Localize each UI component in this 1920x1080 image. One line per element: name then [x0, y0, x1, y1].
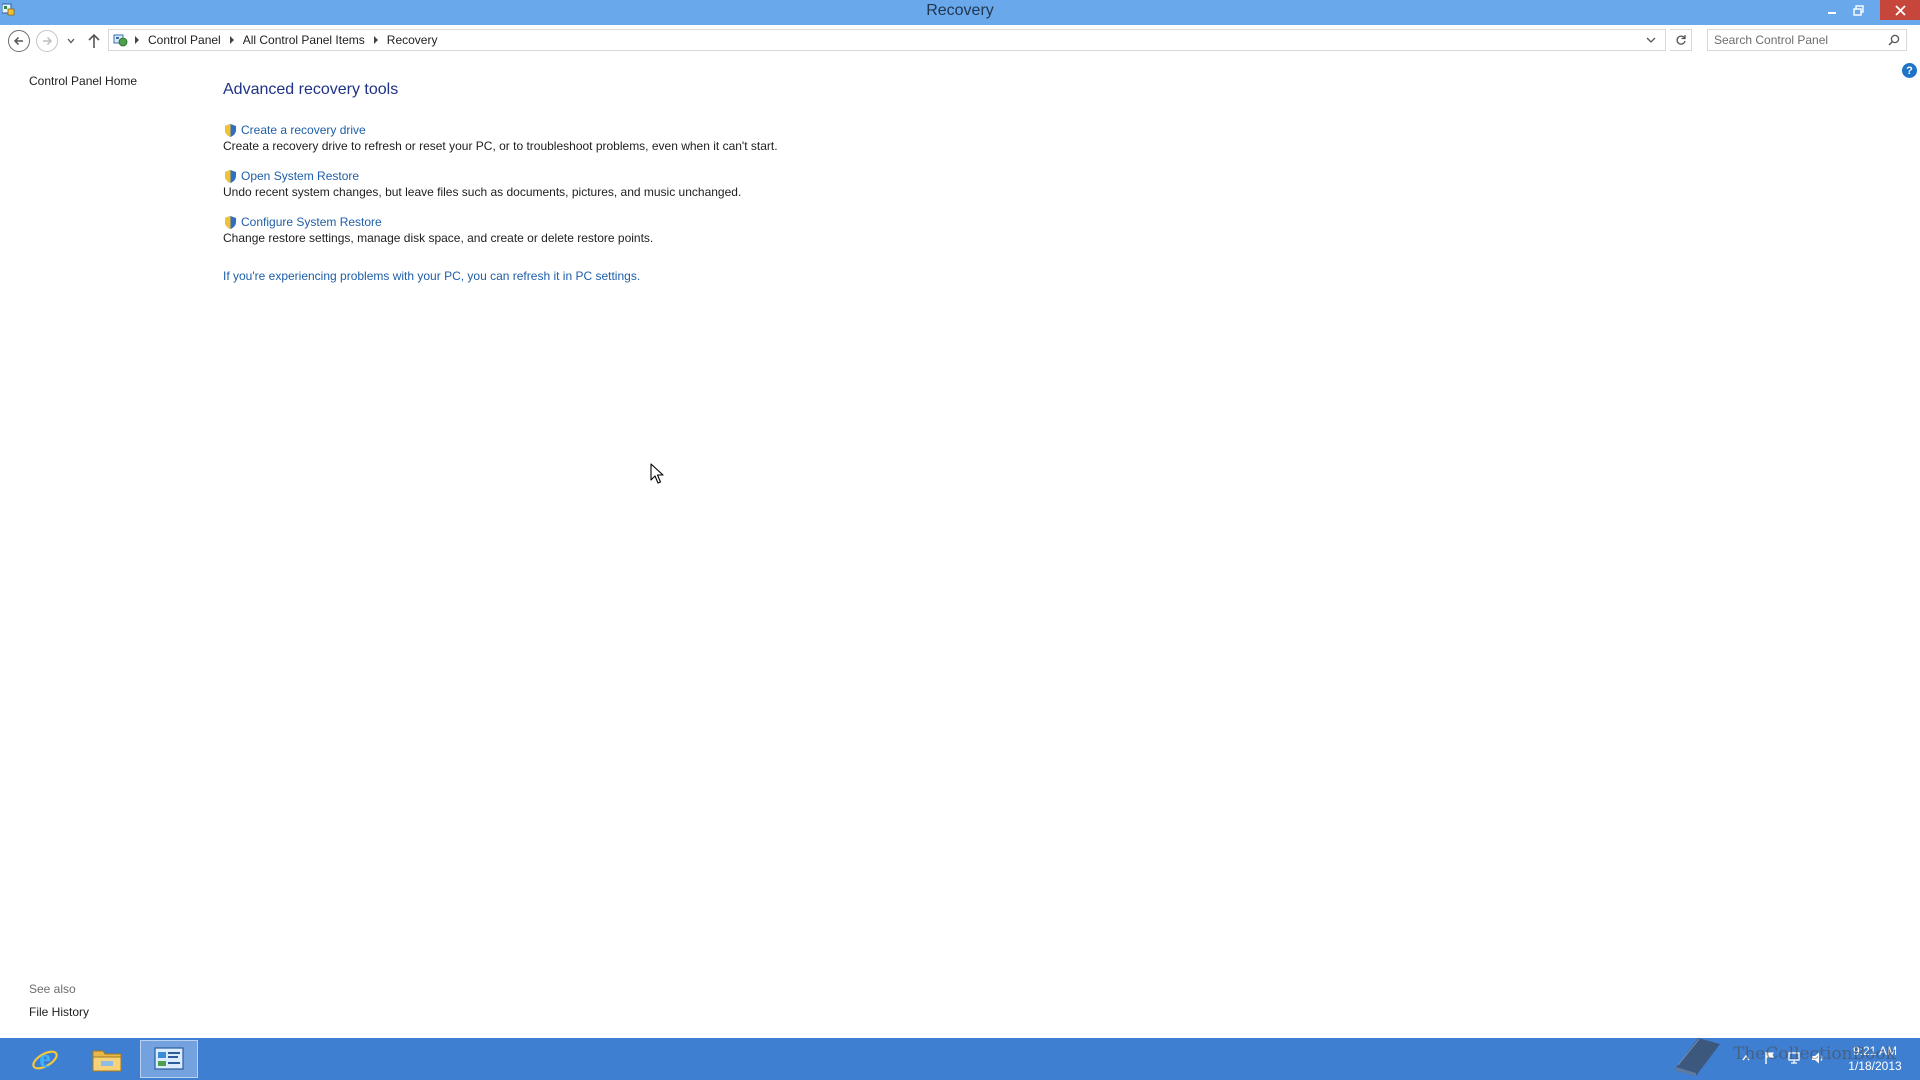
help-icon[interactable]: ? [1902, 63, 1917, 78]
left-pane: Control Panel Home See also File History [0, 56, 200, 1038]
taskbar-control-panel[interactable] [140, 1040, 198, 1078]
internet-explorer-icon: e [32, 1044, 58, 1073]
restore-icon [1852, 4, 1864, 16]
close-icon [1894, 4, 1906, 16]
configure-system-restore-link[interactable]: Configure System Restore [241, 215, 382, 229]
taskbar-internet-explorer[interactable]: e [16, 1040, 74, 1078]
book-logo-icon [1674, 1038, 1720, 1076]
control-panel-icon [154, 1047, 184, 1070]
breadcrumb-recovery[interactable]: Recovery [387, 33, 438, 47]
page-heading: Advanced recovery tools [223, 81, 399, 98]
see-also-heading: See also [29, 982, 76, 996]
uac-shield-icon [225, 169, 236, 183]
open-system-restore-link[interactable]: Open System Restore [241, 169, 359, 183]
breadcrumb-all-control-panel-items[interactable]: All Control Panel Items [243, 33, 365, 47]
back-button[interactable] [8, 30, 30, 52]
mouse-cursor-icon [650, 463, 664, 484]
watermark-text: TheCollectionBook [1733, 1044, 1896, 1064]
task-configure-system-restore: Configure System Restore Change restore … [223, 214, 1123, 245]
breadcrumb-separator-icon[interactable] [135, 36, 139, 44]
minimize-button[interactable] [1818, 0, 1846, 20]
task-description: Change restore settings, manage disk spa… [223, 231, 654, 245]
file-explorer-icon [92, 1050, 122, 1072]
title-bar: Recovery [0, 0, 1920, 25]
file-history-link[interactable]: File History [29, 1005, 89, 1019]
forward-arrow-icon [43, 36, 53, 46]
task-open-system-restore: Open System Restore Undo recent system c… [223, 168, 1123, 199]
up-arrow-icon[interactable] [86, 32, 102, 50]
taskbar: e 9:21 AM 1/18/2013 [0, 1038, 1920, 1080]
back-arrow-icon [13, 36, 23, 46]
uac-shield-icon [225, 215, 236, 229]
svg-text:e: e [39, 1044, 51, 1073]
recent-locations-chevron-icon[interactable] [66, 36, 76, 46]
task-create-recovery-drive: Create a recovery drive Create a recover… [223, 122, 1123, 153]
close-button[interactable] [1880, 0, 1920, 20]
create-recovery-drive-link[interactable]: Create a recovery drive [241, 123, 366, 137]
navigation-bar: Control Panel All Control Panel Items Re… [0, 25, 1920, 56]
taskbar-file-explorer[interactable] [78, 1040, 136, 1078]
breadcrumb-separator-icon[interactable] [229, 36, 234, 44]
task-description: Create a recovery drive to refresh or re… [223, 139, 778, 153]
restore-button[interactable] [1844, 0, 1872, 20]
breadcrumb-separator-icon[interactable] [373, 36, 378, 44]
search-box[interactable] [1707, 29, 1907, 51]
address-bar[interactable]: Control Panel All Control Panel Items Re… [108, 29, 1666, 51]
refresh-pc-settings-link[interactable]: If you're experiencing problems with you… [223, 269, 640, 283]
task-description: Undo recent system changes, but leave fi… [223, 185, 742, 199]
breadcrumb: Control Panel All Control Panel Items Re… [133, 30, 437, 50]
search-input[interactable] [1708, 30, 1878, 50]
uac-shield-icon [225, 123, 236, 137]
search-icon[interactable] [1888, 34, 1900, 46]
forward-button[interactable] [36, 30, 58, 52]
address-history-dropdown-icon[interactable] [1645, 34, 1657, 46]
window-title: Recovery [926, 2, 994, 19]
refresh-button[interactable] [1670, 29, 1692, 51]
watermark: TheCollectionBook [1668, 1030, 1908, 1078]
minimize-icon [1828, 12, 1836, 14]
control-panel-location-icon [113, 34, 128, 47]
control-panel-home-link[interactable]: Control Panel Home [29, 74, 137, 88]
refresh-icon [1676, 35, 1686, 45]
breadcrumb-control-panel[interactable]: Control Panel [148, 33, 221, 47]
